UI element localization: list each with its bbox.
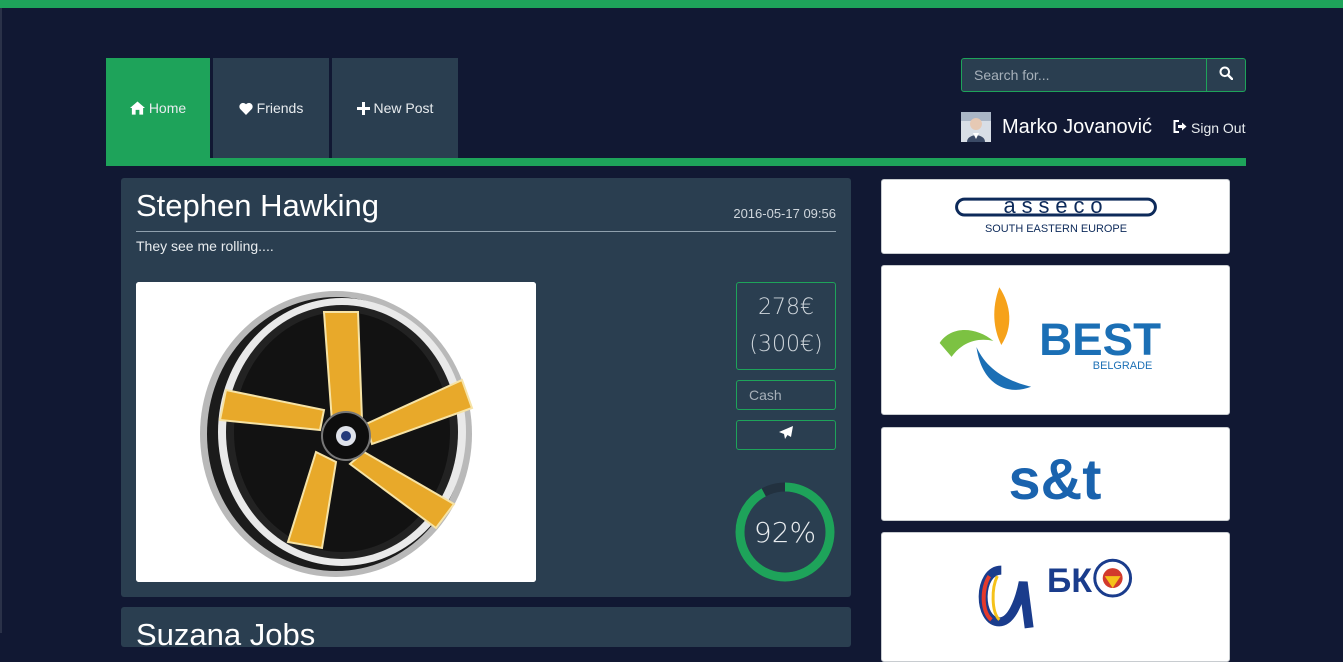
tab-home-label: Home [148,100,187,116]
search-bar [961,58,1246,92]
avatar[interactable] [961,112,991,142]
post-author[interactable]: Suzana Jobs [136,617,315,647]
user-name[interactable]: Marko Jovanović [1002,116,1152,139]
search-icon [1219,66,1234,85]
paper-plane-icon [779,426,793,444]
nav-underline [106,158,1246,166]
post-image-wheel [136,282,536,582]
sign-out-label: Sign Out [1191,120,1246,136]
search-input[interactable] [961,58,1207,92]
current-price: 278€ [758,295,814,320]
user-info: Marko Jovanović [961,112,1152,142]
tab-home[interactable]: Home [106,58,210,158]
ad-best-belgrade[interactable]: BEST BELGRADE [881,265,1230,415]
tab-new-post-label: New Post [373,100,434,116]
post-author[interactable]: Stephen Hawking [136,188,379,224]
plus-icon [356,101,370,115]
post-text: They see me rolling.... [136,238,274,254]
svg-text:s&t: s&t [1009,448,1102,512]
best-logo: BEST BELGRADE [939,287,1161,390]
svg-text:БК: БК [1047,562,1092,600]
left-edge [0,8,2,633]
send-button[interactable] [736,420,836,450]
main-nav: Home Friends New Post [106,58,458,158]
tab-new-post[interactable]: New Post [332,58,458,158]
post-card: Stephen Hawking 2016-05-17 09:56 They se… [121,178,851,597]
home-icon [129,101,145,115]
ad-asseco[interactable]: asseco SOUTH EASTERN EUROPE [881,179,1230,254]
cash-input[interactable] [736,380,836,410]
original-price: (300€) [749,332,823,357]
post-date: 2016-05-17 09:56 [733,206,836,221]
post-divider [136,231,836,232]
sign-out-icon [1173,120,1187,136]
tab-friends-label: Friends [256,100,304,116]
sign-out-link[interactable]: Sign Out [1173,120,1245,136]
svg-text:BEST: BEST [1039,314,1161,365]
post-card: Suzana Jobs [121,607,851,647]
asseco-logo: asseco SOUTH EASTERN EUROPE [955,193,1157,235]
ad-bk[interactable]: БК [881,532,1230,662]
svg-text:BELGRADE: BELGRADE [1093,360,1152,372]
heart-icon [239,102,253,115]
progress-label: 92% [753,515,817,549]
search-button[interactable] [1207,58,1246,92]
ad-snt[interactable]: s&t [881,427,1230,521]
svg-text:SOUTH EASTERN EUROPE: SOUTH EASTERN EUROPE [985,223,1127,235]
bk-logo: БК [978,558,1133,629]
tab-friends[interactable]: Friends [213,58,329,158]
svg-text:asseco: asseco [1003,193,1108,218]
price-box: 278€ (300€) [736,282,836,370]
top-accent-bar [0,0,1343,8]
snt-logo: s&t [1009,448,1102,512]
